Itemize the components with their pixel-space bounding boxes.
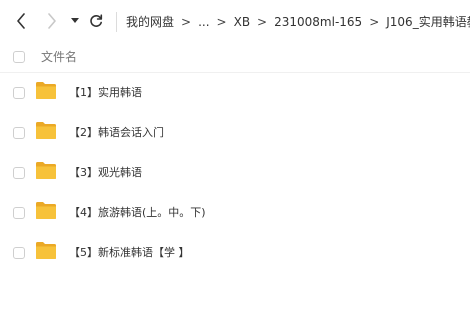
file-name: 【2】韩语会话入门: [69, 126, 164, 139]
file-name: 【3】观光韩语: [69, 166, 142, 179]
list-item[interactable]: 【3】观光韩语: [0, 153, 470, 193]
folder-icon: [36, 82, 56, 99]
folder-icon: [36, 242, 56, 259]
breadcrumb-separator: >: [216, 15, 227, 29]
row-checkbox[interactable]: [13, 167, 25, 179]
breadcrumb: 我的网盘 >... > XB >231008ml-165 > J106_实用韩语教学: [126, 12, 470, 32]
chevron-right-icon: [48, 13, 56, 29]
row-checkbox[interactable]: [13, 207, 25, 219]
toolbar-divider: [116, 12, 117, 32]
file-list-header: 文件名: [0, 42, 470, 73]
breadcrumb-item-xb[interactable]: XB: [234, 12, 250, 32]
forward-button[interactable]: [43, 10, 61, 32]
refresh-button[interactable]: [87, 10, 105, 32]
select-all-checkbox[interactable]: [13, 51, 25, 63]
breadcrumb-separator: >: [369, 15, 380, 29]
list-item[interactable]: 【5】新标准韩语【学 】: [0, 233, 470, 273]
file-name: 【5】新标准韩语【学 】: [69, 246, 190, 259]
list-item[interactable]: 【2】韩语会话入门: [0, 113, 470, 153]
folder-icon: [36, 122, 56, 139]
back-button[interactable]: [12, 10, 30, 32]
breadcrumb-item-ellipsis[interactable]: ...: [198, 12, 209, 32]
list-item[interactable]: 【4】旅游韩语(上。中。下): [0, 193, 470, 233]
file-name: 【4】旅游韩语(上。中。下): [69, 206, 206, 219]
breadcrumb-separator: >: [181, 15, 192, 29]
chevron-left-icon: [17, 13, 25, 29]
breadcrumb-item-current[interactable]: J106_实用韩语教学: [386, 12, 470, 32]
row-checkbox[interactable]: [13, 247, 25, 259]
refresh-icon: [90, 14, 103, 27]
column-header-filename[interactable]: 文件名: [41, 49, 77, 65]
history-dropdown-button[interactable]: [69, 10, 81, 32]
folder-icon: [36, 162, 56, 179]
row-checkbox[interactable]: [13, 87, 25, 99]
folder-icon: [36, 202, 56, 219]
breadcrumb-item-folder[interactable]: 231008ml-165: [274, 12, 362, 32]
list-item[interactable]: 【1】实用韩语: [0, 73, 470, 113]
breadcrumb-separator: >: [257, 15, 268, 29]
navigation-toolbar: 我的网盘 >... > XB >231008ml-165 > J106_实用韩语教学: [0, 0, 470, 42]
row-checkbox[interactable]: [13, 127, 25, 139]
breadcrumb-item-root[interactable]: 我的网盘: [126, 12, 174, 32]
file-name: 【1】实用韩语: [69, 86, 142, 99]
caret-down-icon: [71, 18, 79, 23]
